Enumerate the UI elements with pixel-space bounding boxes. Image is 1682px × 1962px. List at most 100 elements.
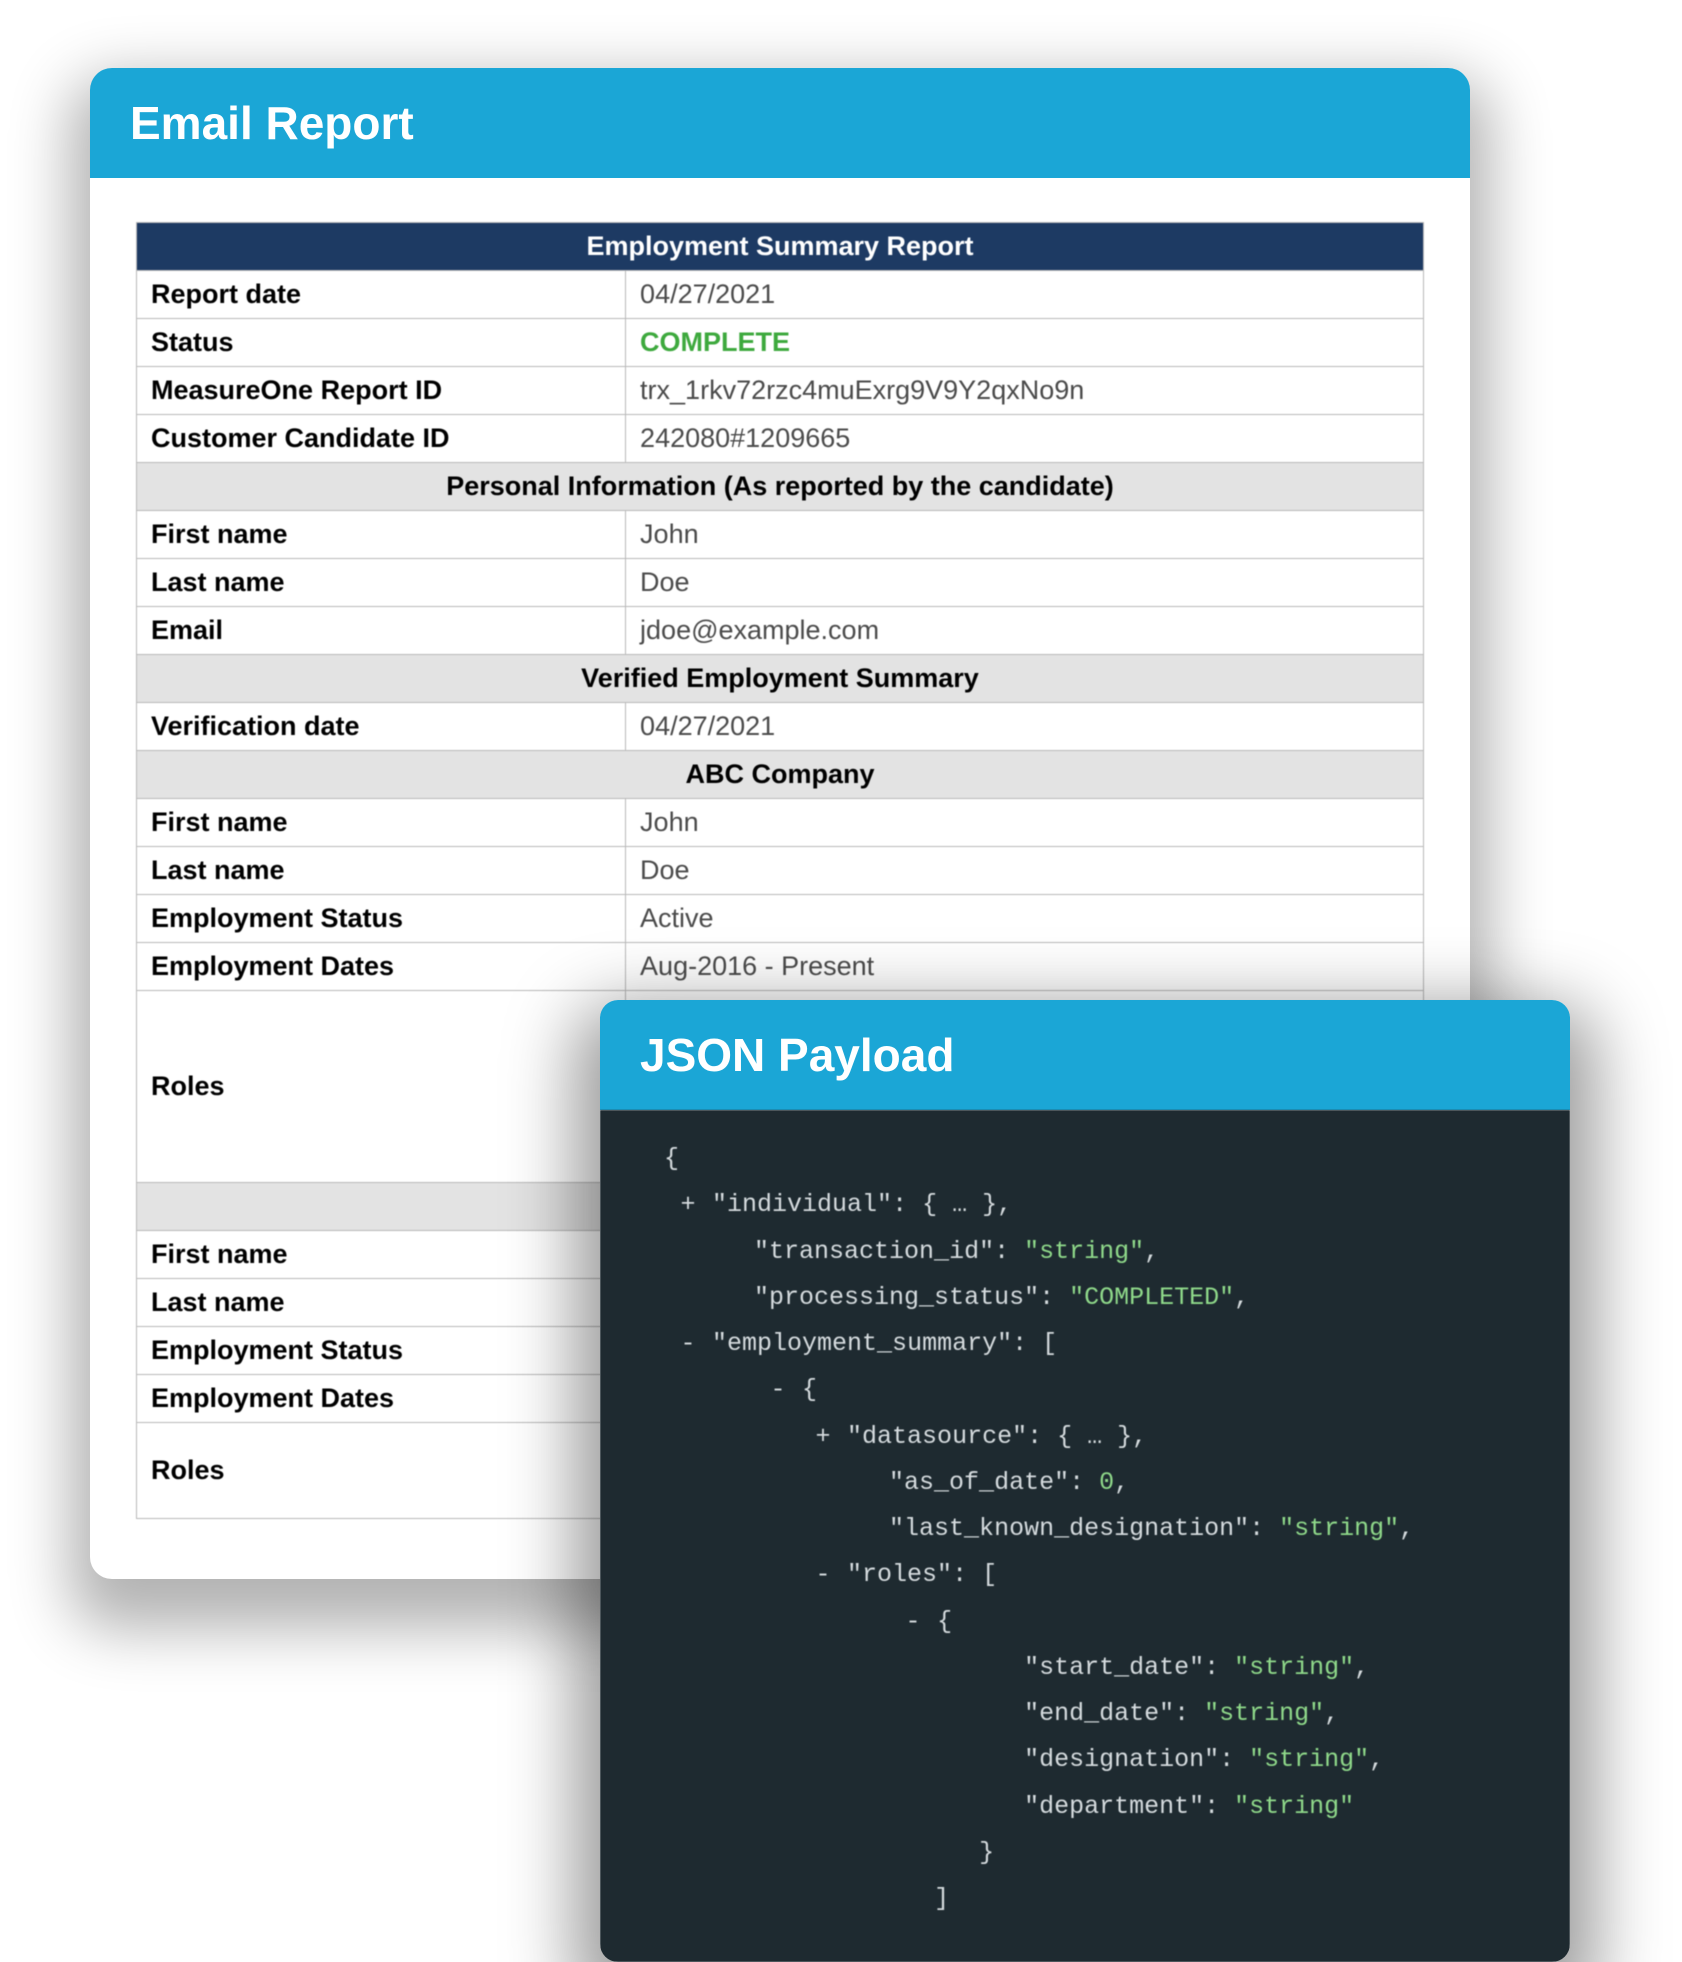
row-label: First name: [137, 1231, 626, 1279]
company-header: ABC Company: [137, 751, 1424, 799]
json-token: "start_date": [1024, 1653, 1204, 1682]
json-token: {: [664, 1144, 679, 1173]
json-line: "start_date": "string",: [634, 1645, 1536, 1691]
json-token: "employment_summary": [712, 1329, 1012, 1358]
json-token: : { … },: [1027, 1422, 1147, 1451]
row-value: Aug-2016 - Present: [626, 943, 1424, 991]
table-row: Employment StatusActive: [137, 895, 1424, 943]
json-toggle-icon[interactable]: +: [814, 1414, 832, 1460]
json-token: ,: [1399, 1514, 1414, 1543]
json-token: :: [994, 1237, 1024, 1266]
row-value: 242080#1209665: [626, 415, 1424, 463]
row-label: Status: [137, 319, 626, 367]
json-line: + "datasource": { … },: [634, 1414, 1536, 1460]
table-row: Last nameDoe: [137, 559, 1424, 607]
json-token: "COMPLETED": [1069, 1283, 1234, 1312]
row-label: Last name: [137, 1279, 626, 1327]
row-value: 04/27/2021: [626, 271, 1424, 319]
json-line: {: [634, 1136, 1536, 1182]
json-token: ,: [1324, 1699, 1339, 1728]
json-token: "as_of_date": [889, 1468, 1069, 1497]
row-value: jdoe@example.com: [626, 607, 1424, 655]
row-label: Last name: [137, 847, 626, 895]
table-row: Report date04/27/2021: [137, 271, 1424, 319]
json-line: }: [634, 1830, 1536, 1876]
row-value: John: [626, 799, 1424, 847]
json-toggle-icon[interactable]: -: [814, 1552, 832, 1598]
json-token: "roles": [847, 1560, 952, 1589]
email-report-title: Email Report: [90, 68, 1470, 178]
summary-header: Employment Summary Report: [137, 223, 1424, 271]
row-label: Employment Dates: [137, 943, 626, 991]
roles-label: Roles: [137, 991, 626, 1183]
table-row: Last nameDoe: [137, 847, 1424, 895]
row-value: Active: [626, 895, 1424, 943]
table-row: MeasureOne Report IDtrx_1rkv72rzc4muExrg…: [137, 367, 1424, 415]
json-token: "last_known_designation": [889, 1514, 1249, 1543]
json-token: "processing_status": [754, 1283, 1039, 1312]
row-label: Report date: [137, 271, 626, 319]
table-row: Emailjdoe@example.com: [137, 607, 1424, 655]
json-token: ,: [1234, 1283, 1249, 1312]
table-row: First nameJohn: [137, 799, 1424, 847]
row-value: John: [626, 511, 1424, 559]
roles-label: Roles: [137, 1423, 626, 1519]
row-label: MeasureOne Report ID: [137, 367, 626, 415]
json-line: "designation": "string",: [634, 1737, 1536, 1783]
json-line: "department": "string": [634, 1784, 1536, 1830]
json-token: {: [937, 1607, 952, 1636]
json-token: "string": [1204, 1699, 1324, 1728]
row-value: Doe: [626, 847, 1424, 895]
json-token: :: [1039, 1283, 1069, 1312]
row-label: Last name: [137, 559, 626, 607]
json-token: :: [1219, 1745, 1249, 1774]
json-token: "designation": [1024, 1745, 1219, 1774]
json-line: - "roles": [: [634, 1552, 1536, 1598]
row-label: Email: [137, 607, 626, 655]
json-token: {: [802, 1375, 817, 1404]
row-label: First name: [137, 799, 626, 847]
table-row: Employment DatesAug-2016 - Present: [137, 943, 1424, 991]
json-token: :: [1204, 1653, 1234, 1682]
json-token: "string": [1024, 1237, 1144, 1266]
json-line: "last_known_designation": "string",: [634, 1506, 1536, 1552]
json-line: "transaction_id": "string",: [634, 1229, 1536, 1275]
json-token: ,: [1114, 1468, 1129, 1497]
json-token: 0: [1099, 1468, 1114, 1497]
verification-date-value: 04/27/2021: [626, 703, 1424, 751]
json-token: "string": [1234, 1653, 1354, 1682]
row-label: Employment Status: [137, 1327, 626, 1375]
personal-header: Personal Information (As reported by the…: [137, 463, 1424, 511]
json-token: ,: [1354, 1653, 1369, 1682]
verification-date-label: Verification date: [137, 703, 626, 751]
table-row: StatusCOMPLETE: [137, 319, 1424, 367]
json-token: "transaction_id": [754, 1237, 994, 1266]
row-value: trx_1rkv72rzc4muExrg9V9Y2qxNo9n: [626, 367, 1424, 415]
json-line: - "employment_summary": [: [634, 1321, 1536, 1367]
row-label: First name: [137, 511, 626, 559]
json-token: :: [1249, 1514, 1279, 1543]
json-toggle-icon[interactable]: -: [769, 1367, 787, 1413]
row-label: Customer Candidate ID: [137, 415, 626, 463]
json-token: ]: [934, 1884, 949, 1913]
json-token: : { … },: [892, 1190, 1012, 1219]
row-label: Employment Dates: [137, 1375, 626, 1423]
json-token: "string": [1279, 1514, 1399, 1543]
json-token: :: [1174, 1699, 1204, 1728]
verified-header: Verified Employment Summary: [137, 655, 1424, 703]
json-toggle-icon[interactable]: -: [904, 1599, 922, 1645]
json-line: ]: [634, 1876, 1536, 1922]
json-token: "department": [1024, 1792, 1204, 1821]
json-payload-card: JSON Payload { + "individual": { … }, "t…: [600, 1000, 1570, 1962]
table-row: First nameJohn: [137, 511, 1424, 559]
json-token: "string": [1249, 1745, 1369, 1774]
json-token: "string": [1234, 1792, 1354, 1821]
row-label: Employment Status: [137, 895, 626, 943]
json-token: : [: [952, 1560, 997, 1589]
json-token: "individual": [712, 1190, 892, 1219]
json-token: :: [1069, 1468, 1099, 1497]
table-row: Customer Candidate ID242080#1209665: [137, 415, 1424, 463]
json-toggle-icon[interactable]: +: [679, 1182, 697, 1228]
json-token: "end_date": [1024, 1699, 1174, 1728]
json-toggle-icon[interactable]: -: [679, 1321, 697, 1367]
